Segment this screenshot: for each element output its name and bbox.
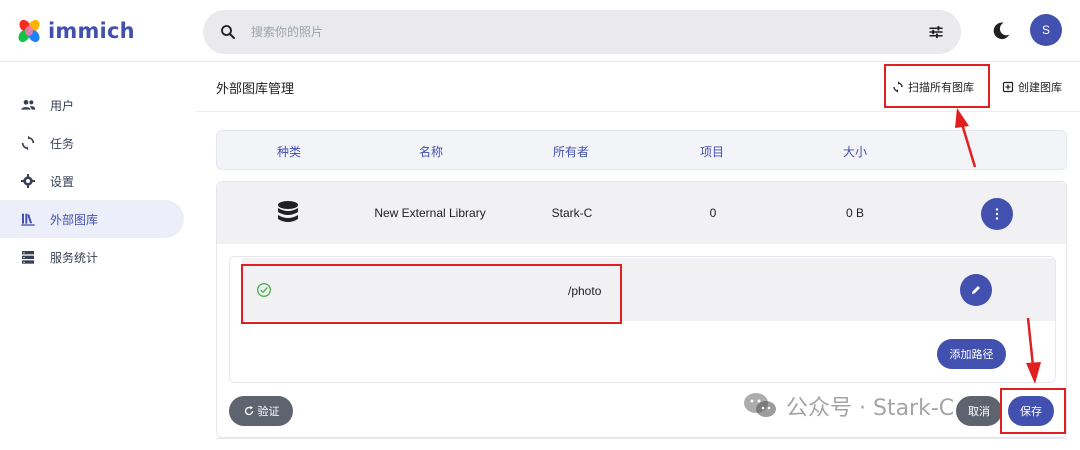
sidebar-item-users[interactable]: 用户 [0, 86, 184, 124]
library-table-header: 种类 名称 所有者 项目 大小 [216, 130, 1067, 170]
server-icon [22, 251, 34, 264]
gear-icon [21, 174, 35, 188]
create-library-button[interactable]: 创建图库 [1002, 74, 1062, 100]
app-name: immich [48, 19, 135, 43]
validate-button[interactable]: 验证 [229, 396, 293, 426]
more-vertical-icon [995, 208, 999, 220]
annotation-box-path [241, 264, 622, 324]
sidebar-item-external-library[interactable]: 外部图库 [0, 200, 184, 238]
cancel-button[interactable]: 取消 [956, 396, 1002, 426]
sidebar-item-label: 用户 [50, 98, 75, 113]
validate-label: 验证 [257, 405, 280, 418]
table-row[interactable]: New External Library Stark-C 0 0 B [217, 182, 1066, 244]
header-divider [196, 111, 1080, 112]
edit-path-button[interactable] [960, 274, 992, 306]
column-header-owner: 所有者 [552, 145, 589, 159]
sidebar-item-label: 外部图库 [50, 212, 99, 227]
card-bottom-border [216, 438, 1067, 439]
users-icon [21, 100, 36, 110]
search-bar[interactable]: 搜索你的照片 [203, 10, 961, 54]
column-header-type: 种类 [276, 145, 301, 159]
sidebar-item-label: 服务统计 [50, 250, 99, 265]
watermark-text: 公众号 · Stark-C [786, 396, 955, 421]
wechat-icon [744, 393, 776, 417]
watermark: 公众号 · Stark-C [742, 390, 954, 422]
sidebar-item-jobs[interactable]: 任务 [0, 124, 184, 162]
library-size: 0 B [845, 206, 864, 220]
column-header-name: 名称 [418, 145, 443, 159]
sidebar-item-label: 设置 [50, 174, 75, 189]
pencil-icon [972, 286, 980, 294]
search-input[interactable]: 搜索你的照片 [251, 23, 323, 40]
refresh-icon [244, 406, 253, 416]
app-root: immich 搜索你的照片 S 用户 任务 设置 外部图库 服务统计 外部图库管… [0, 0, 1080, 450]
add-path-button[interactable]: 添加路径 [937, 339, 1006, 369]
library-owner: Stark-C [551, 206, 593, 220]
sync-icon [21, 135, 35, 151]
top-bar: immich 搜索你的照片 S [0, 0, 1080, 62]
search-icon[interactable] [219, 23, 237, 41]
sidebar: 用户 任务 设置 外部图库 服务统计 [0, 62, 196, 450]
annotation-box-scan [884, 64, 990, 108]
library-items: 0 [709, 206, 717, 220]
sidebar-item-server-stats[interactable]: 服务统计 [0, 238, 184, 276]
immich-logo-icon [18, 19, 40, 43]
sidebar-item-label: 任务 [50, 136, 75, 151]
page-title: 外部图库管理 [216, 82, 295, 97]
search-options-icon[interactable] [927, 23, 945, 41]
column-header-size: 大小 [842, 145, 867, 159]
sidebar-item-settings[interactable]: 设置 [0, 162, 184, 200]
user-avatar[interactable]: S [1030, 14, 1062, 46]
plus-box-icon [1002, 81, 1014, 93]
library-books-icon [21, 213, 35, 226]
library-options-button[interactable] [981, 198, 1013, 230]
annotation-box-save [1000, 388, 1066, 434]
dark-mode-icon[interactable] [990, 20, 1012, 42]
create-library-label: 创建图库 [1018, 81, 1062, 94]
database-icon [278, 201, 298, 222]
app-logo[interactable]: immich [16, 14, 135, 48]
column-header-items: 项目 [699, 145, 724, 159]
library-name: New External Library [374, 206, 486, 220]
